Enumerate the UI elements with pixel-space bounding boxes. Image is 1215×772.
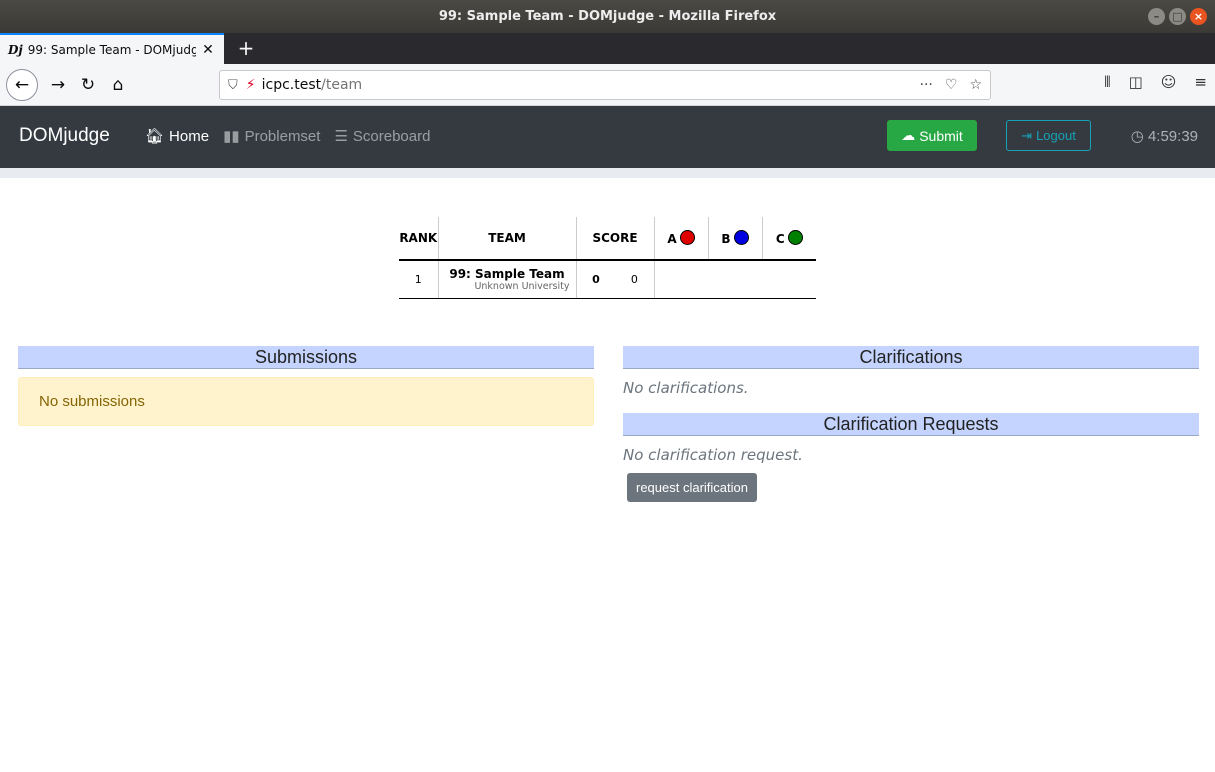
cloud-upload-icon: ☁: [901, 127, 916, 143]
url-host: icpc.test: [261, 77, 322, 93]
minimize-icon[interactable]: –: [1148, 8, 1165, 25]
shield-icon[interactable]: ⛉: [228, 78, 238, 93]
balloon-c-icon: [787, 230, 803, 245]
maximize-icon[interactable]: □: [1169, 8, 1186, 25]
team-affiliation: Unknown University: [474, 280, 570, 292]
submit-label: Submit: [919, 127, 963, 144]
insecure-lock-icon[interactable]: ⚡: [246, 77, 256, 93]
rank-header: RANK: [399, 217, 439, 261]
url-bar[interactable]: ⛉ ⚡ icpc.test /team ··· ♡ ☆: [219, 70, 991, 100]
toolbar-right: ⫴ ◫ ☺ ≡: [1104, 73, 1207, 91]
score-penalty: 0: [630, 272, 638, 286]
nav-problemset-label: Problemset: [244, 127, 321, 145]
problem-c-cell: [762, 260, 816, 299]
pocket-icon[interactable]: ♡: [945, 77, 958, 93]
team-name: 99: Sample Team: [449, 266, 565, 281]
no-submissions-alert: No submissions: [18, 377, 594, 426]
team-rank: 1: [399, 260, 439, 299]
browser-toolbar: ← → ↻ ⌂ ⛉ ⚡ icpc.test /team ··· ♡ ☆ ⫴ ◫ …: [0, 64, 1215, 106]
sign-out-icon: ⇥: [1021, 127, 1033, 143]
clock-time: 4:59:39: [1147, 128, 1198, 145]
forward-arrow-icon[interactable]: →: [46, 73, 70, 97]
nav-home[interactable]: 🏠︎ Home: [145, 127, 210, 146]
favicon-icon: Dj: [8, 42, 23, 57]
submissions-panel: Submissions No submissions: [18, 346, 594, 426]
tab-title: 99: Sample Team - DOMjudge: [27, 42, 196, 57]
clarifications-panel: Clarifications No clarifications. Clarif…: [623, 346, 1199, 502]
logout-button[interactable]: ⇥ Logout: [1006, 120, 1091, 151]
problem-c-header[interactable]: C: [762, 217, 816, 261]
problem-a-cell: [654, 260, 708, 299]
logout-label: Logout: [1036, 128, 1076, 143]
home-icon: 🏠︎: [145, 128, 165, 145]
close-window-icon[interactable]: ×: [1190, 8, 1207, 25]
bookmark-star-icon[interactable]: ☆: [969, 77, 982, 93]
window-titlebar: 99: Sample Team - DOMjudge - Mozilla Fir…: [0, 0, 1215, 33]
balloon-b-icon: [733, 230, 749, 245]
team-header: TEAM: [438, 217, 577, 261]
scoreboard-header-row: RANK TEAM SCORE A B C: [399, 217, 816, 261]
table-row[interactable]: 1 99: Sample Team Unknown University 0 0: [399, 260, 816, 299]
scoreboard-table: RANK TEAM SCORE A B C 1 99: Sample Team …: [399, 217, 816, 299]
account-icon[interactable]: ☺: [1161, 73, 1177, 91]
problem-a-header[interactable]: A: [654, 217, 709, 261]
url-path: /team: [321, 77, 363, 93]
nav-home-label: Home: [169, 127, 210, 145]
new-tab-icon[interactable]: +: [234, 36, 258, 60]
submit-button[interactable]: ☁ Submit: [887, 120, 977, 151]
problem-b-header[interactable]: B: [708, 217, 763, 261]
clock-icon: ◷: [1130, 128, 1144, 145]
reload-icon[interactable]: ↻: [76, 73, 100, 97]
nav-problemset[interactable]: ▮▮ Problemset: [223, 127, 321, 146]
clarifications-title: Clarifications: [623, 346, 1199, 369]
list-icon: ☰: [334, 128, 348, 145]
book-icon: ▮▮: [223, 128, 240, 145]
no-clarifications-text: No clarifications.: [623, 379, 749, 397]
problem-b-cell: [708, 260, 762, 299]
home-icon[interactable]: ⌂: [106, 73, 130, 97]
no-clarification-request-text: No clarification request.: [623, 446, 803, 464]
score-header: SCORE: [576, 217, 655, 261]
score-cell: 0 0: [576, 260, 655, 299]
problem-b-label: B: [721, 232, 731, 246]
clarification-requests-title: Clarification Requests: [623, 413, 1199, 436]
problem-c-label: C: [775, 232, 785, 246]
balloon-a-icon: [679, 230, 695, 245]
window-controls: – □ ×: [1148, 8, 1207, 25]
tab-close-icon[interactable]: ✕: [200, 42, 216, 58]
back-arrow-icon[interactable]: ←: [6, 69, 38, 101]
nav-scoreboard-label: Scoreboard: [352, 127, 431, 145]
tab-strip: Dj 99: Sample Team - DOMjudge ✕ +: [0, 33, 1215, 64]
score-points: 0: [592, 272, 600, 286]
sidebar-icon[interactable]: ◫: [1129, 73, 1143, 91]
nav-scoreboard[interactable]: ☰ Scoreboard: [334, 127, 431, 146]
problem-a-label: A: [667, 232, 677, 246]
brand[interactable]: DOMjudge: [19, 125, 110, 147]
contest-clock: ◷ 4:59:39: [1131, 127, 1198, 145]
submissions-title: Submissions: [18, 346, 594, 369]
window-title: 99: Sample Team - DOMjudge - Mozilla Fir…: [438, 9, 777, 24]
header-divider: [0, 168, 1215, 178]
team-cell[interactable]: 99: Sample Team Unknown University: [438, 260, 577, 299]
main-nav: 🏠︎ Home ▮▮ Problemset ☰ Scoreboard: [145, 127, 431, 146]
site-header: DOMjudge 🏠︎ Home ▮▮ Problemset ☰ Scorebo…: [0, 106, 1215, 168]
page-actions-icon[interactable]: ···: [920, 77, 933, 93]
menu-icon[interactable]: ≡: [1194, 73, 1207, 91]
request-clarification-button[interactable]: request clarification: [627, 473, 757, 502]
library-icon[interactable]: ⫴: [1104, 73, 1110, 91]
browser-tab[interactable]: Dj 99: Sample Team - DOMjudge ✕: [0, 33, 224, 64]
